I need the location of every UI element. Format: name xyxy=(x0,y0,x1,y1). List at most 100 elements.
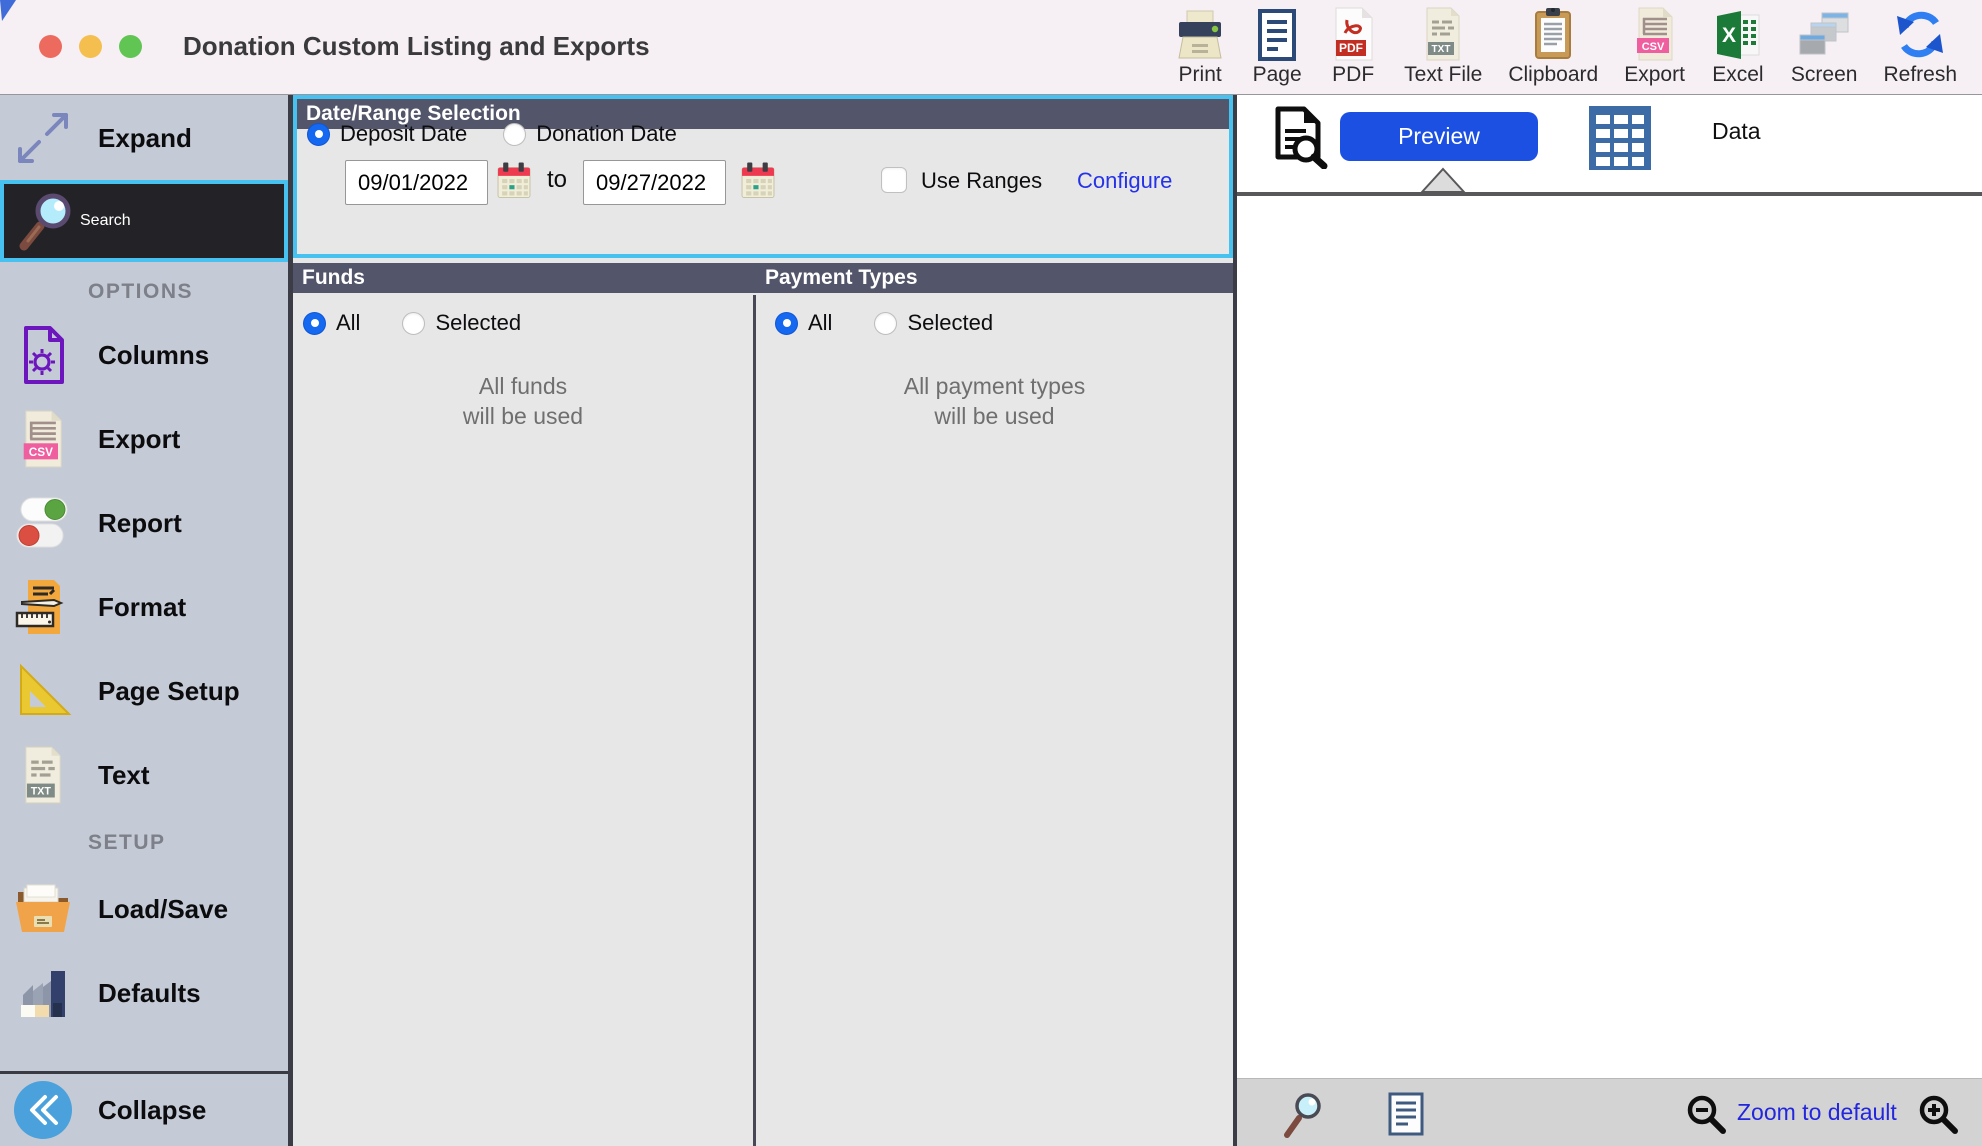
sidebar-item-label: Export xyxy=(98,424,180,455)
sidebar-item-label: Collapse xyxy=(98,1095,206,1126)
expand-arrows-icon xyxy=(10,109,76,167)
sidebar-item-text[interactable]: TXT Text xyxy=(0,733,288,817)
sidebar-item-label: Search xyxy=(80,212,131,230)
toolbar-label: Print xyxy=(1179,63,1222,87)
toolbar: Print Page xyxy=(1161,6,1970,87)
clipboard-button[interactable]: Clipboard xyxy=(1495,6,1611,87)
sidebar-item-page-setup[interactable]: Page Setup xyxy=(0,649,288,733)
text-file-button[interactable]: TXT Text File xyxy=(1391,6,1495,87)
txt-file-icon: TXT xyxy=(1419,6,1467,62)
screen-button[interactable]: Screen xyxy=(1778,6,1871,87)
configure-link[interactable]: Configure xyxy=(1077,168,1172,194)
txt-file-icon: TXT xyxy=(10,745,76,805)
tab-preview[interactable]: Preview xyxy=(1340,112,1538,161)
minimize-window-button[interactable] xyxy=(79,35,102,58)
close-window-button[interactable] xyxy=(39,35,62,58)
set-square-icon xyxy=(10,662,76,720)
print-button[interactable]: Print xyxy=(1161,6,1239,87)
to-date-calendar-icon[interactable] xyxy=(741,160,775,200)
sidebar-item-format[interactable]: Format xyxy=(0,565,288,649)
sidebar-item-label: Columns xyxy=(98,340,209,371)
svg-text:TXT: TXT xyxy=(1432,44,1451,55)
zoom-window-button[interactable] xyxy=(119,35,142,58)
factory-icon xyxy=(10,965,76,1021)
toolbar-label: Page xyxy=(1253,63,1302,87)
window-title: Donation Custom Listing and Exports xyxy=(183,31,650,62)
sidebar-item-load-save[interactable]: Load/Save xyxy=(0,867,288,951)
excel-icon: X xyxy=(1711,6,1765,62)
collapse-chevrons-icon xyxy=(10,1079,76,1141)
sidebar-item-export[interactable]: CSV Export xyxy=(0,397,288,481)
printer-icon xyxy=(1174,6,1226,62)
sidebar-item-collapse[interactable]: Collapse xyxy=(0,1074,288,1146)
payment-note-line1: All payment types xyxy=(756,371,1233,401)
zoom-in-icon[interactable] xyxy=(1917,1093,1959,1140)
pdf-button[interactable]: PDF PDF xyxy=(1315,6,1391,87)
zoom-out-icon[interactable] xyxy=(1685,1093,1727,1140)
magnifier-icon xyxy=(14,190,80,252)
sidebar-item-columns[interactable]: Columns xyxy=(0,313,288,397)
refresh-button[interactable]: Refresh xyxy=(1870,6,1970,87)
funds-note: All funds will be used xyxy=(293,371,753,431)
screen-windows-icon xyxy=(1796,6,1852,62)
payment-note-line2: will be used xyxy=(756,401,1233,431)
svg-text:X: X xyxy=(1722,24,1736,47)
toolbar-label: Screen xyxy=(1791,63,1858,87)
magnifier-tool-icon[interactable] xyxy=(1282,1091,1326,1144)
from-date-calendar-icon[interactable] xyxy=(497,160,531,200)
use-ranges-label: Use Ranges xyxy=(921,168,1042,194)
sidebar-item-defaults[interactable]: Defaults xyxy=(0,951,288,1035)
page-icon xyxy=(1252,6,1302,62)
date-type-radio-group: Deposit Date Donation Date xyxy=(307,121,677,147)
funds-all-label: All xyxy=(336,310,360,336)
preview-panel: Preview Data xyxy=(1237,95,1982,1146)
payment-all-radio[interactable] xyxy=(775,312,798,335)
preview-tab-bar: Preview Data xyxy=(1237,95,1982,192)
csv-export-button[interactable]: CSV Export xyxy=(1611,6,1698,87)
funds-radio-group: All Selected xyxy=(303,310,521,336)
sidebar-item-expand[interactable]: Expand xyxy=(0,96,288,180)
columns-document-gear-icon xyxy=(10,324,76,386)
pdf-file-icon: PDF xyxy=(1328,6,1378,62)
corner-popover-fragment xyxy=(0,0,18,27)
funds-selected-label: Selected xyxy=(435,310,521,336)
preview-content-area xyxy=(1237,196,1982,1078)
sidebar-item-label: Load/Save xyxy=(98,894,228,925)
donation-date-radio[interactable] xyxy=(503,123,526,146)
payment-types-radio-group: All Selected xyxy=(775,310,993,336)
toolbar-label: Excel xyxy=(1712,63,1763,87)
funds-header: Funds xyxy=(293,263,762,293)
sidebar-section-options: OPTIONS xyxy=(0,275,288,309)
excel-button[interactable]: X Excel xyxy=(1698,6,1778,87)
funds-all-radio[interactable] xyxy=(303,312,326,335)
payment-selected-radio[interactable] xyxy=(874,312,897,335)
sidebar-item-search-selected[interactable]: Search xyxy=(0,180,288,262)
use-ranges-checkbox[interactable] xyxy=(881,167,907,193)
deposit-date-radio[interactable] xyxy=(307,123,330,146)
csv-file-icon: CSV xyxy=(10,409,76,469)
report-page-icon[interactable] xyxy=(1387,1092,1425,1141)
svg-text:CSV: CSV xyxy=(1641,41,1664,53)
sidebar-item-label: Report xyxy=(98,508,182,539)
from-date-input[interactable] xyxy=(345,160,488,205)
sidebar-item-report[interactable]: Report xyxy=(0,481,288,565)
tab-data[interactable]: Data xyxy=(1712,118,1761,145)
folder-icon xyxy=(10,880,76,938)
data-table-icon[interactable] xyxy=(1588,105,1652,176)
refresh-icon xyxy=(1892,6,1948,62)
search-panel: Date/Range Selection Deposit Date Donati… xyxy=(293,95,1233,1146)
date-range-panel: Date/Range Selection Deposit Date Donati… xyxy=(293,95,1233,258)
page-button[interactable]: Page xyxy=(1239,6,1315,87)
sidebar-item-label: Page Setup xyxy=(98,676,240,707)
zoom-to-default-link[interactable]: Zoom to default xyxy=(1737,1099,1897,1126)
toolbar-label: Text File xyxy=(1404,63,1482,87)
funds-selected-radio[interactable] xyxy=(402,312,425,335)
to-date-input[interactable] xyxy=(583,160,726,205)
payment-types-note: All payment types will be used xyxy=(756,371,1233,431)
csv-file-icon: CSV xyxy=(1631,6,1679,62)
sidebar-section-setup: SETUP xyxy=(0,823,288,863)
preview-document-magnifier-icon[interactable] xyxy=(1270,105,1330,174)
funds-note-line1: All funds xyxy=(293,371,753,401)
format-document-icon xyxy=(10,577,76,637)
toolbar-label: Export xyxy=(1624,63,1685,87)
